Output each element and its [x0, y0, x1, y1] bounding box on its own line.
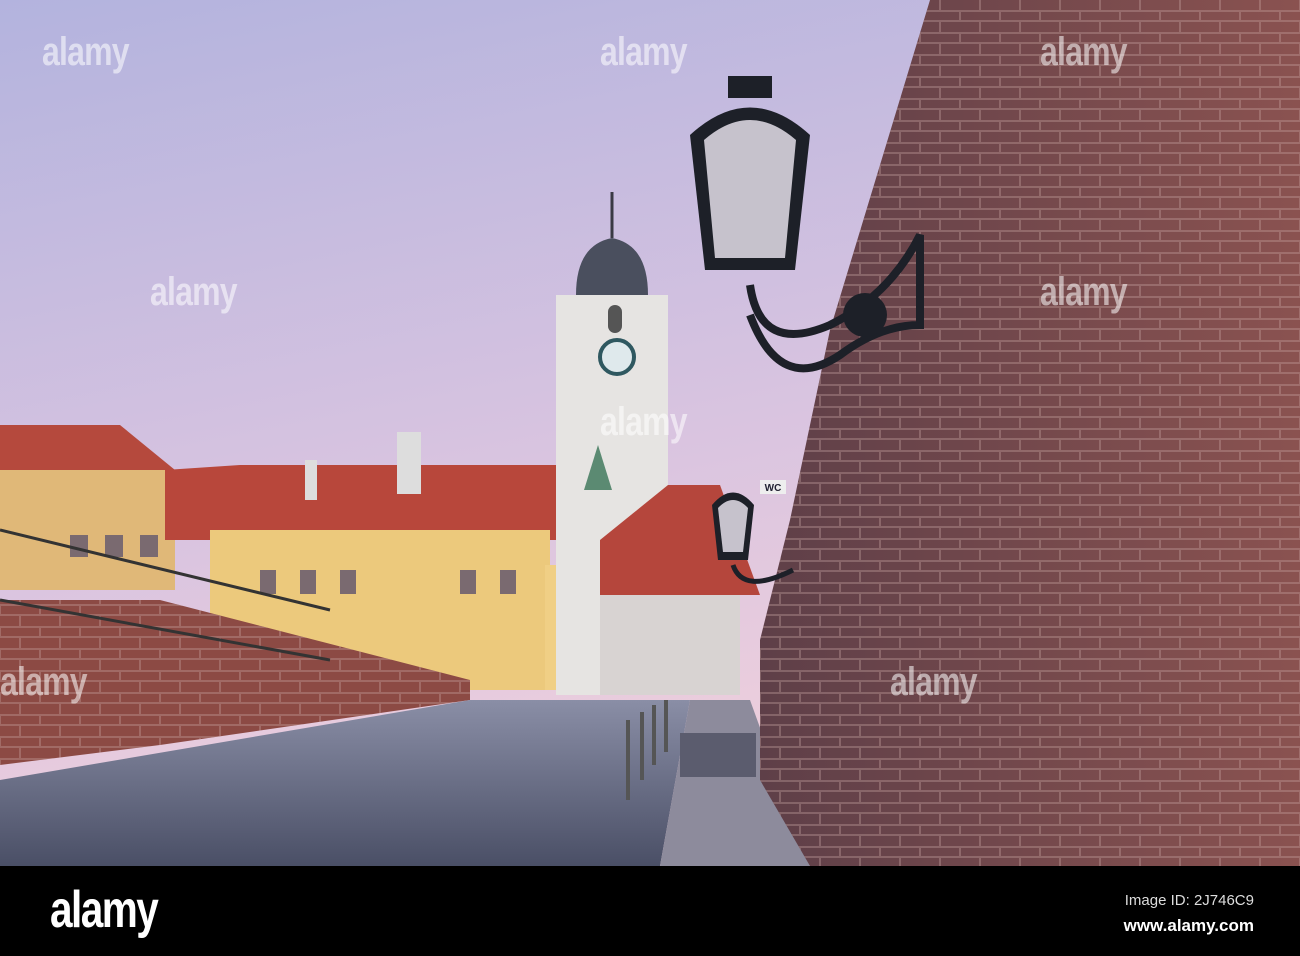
- watermark: alamy: [0, 660, 88, 704]
- watermark: alamy: [1040, 270, 1128, 314]
- image-id: Image ID: 2J746C9: [1124, 892, 1254, 909]
- watermark: alamy: [1040, 30, 1128, 74]
- watermark: alamy: [600, 30, 688, 74]
- stock-photo-page: WC alamy alamy alamy alamy alamy alamy a…: [0, 0, 1300, 956]
- wc-sign-text: WC: [765, 483, 782, 494]
- watermark: alamy: [150, 270, 238, 314]
- watermark: alamy: [890, 660, 978, 704]
- steps: [680, 733, 756, 777]
- footer-bar: alamy Image ID: 2J746C9 www.alamy.com: [0, 866, 1300, 956]
- watermark: alamy: [600, 400, 688, 444]
- alamy-logo[interactable]: alamy: [50, 880, 159, 940]
- site-url[interactable]: www.alamy.com: [1124, 916, 1254, 936]
- watermark: alamy: [42, 30, 130, 74]
